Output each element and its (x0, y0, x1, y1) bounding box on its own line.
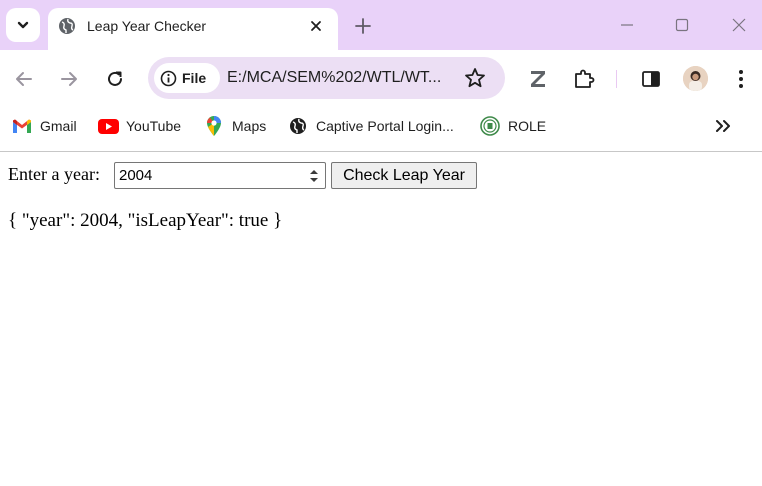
close-icon (732, 18, 746, 32)
reload-button[interactable] (103, 67, 127, 91)
youtube-icon (97, 117, 119, 135)
url-text[interactable]: E:/MCA/SEM%202/WTL/WT... (227, 68, 441, 88)
bookmark-label: Maps (232, 118, 267, 134)
result-output: { "year": 2004, "isLeapYear": true } (8, 210, 283, 231)
year-input-value: 2004 (119, 167, 153, 184)
bookmark-label: YouTube (126, 118, 182, 134)
browser-menu-button[interactable] (729, 67, 753, 91)
bookmark-maps[interactable]: Maps (203, 116, 266, 136)
site-info-label: File (182, 70, 207, 86)
globe-icon (59, 18, 75, 34)
bookmark-label: ROLE (508, 118, 547, 134)
globe-icon (287, 117, 309, 135)
tab-close-button[interactable] (306, 16, 326, 36)
close-icon (311, 21, 321, 31)
forward-button[interactable] (57, 67, 81, 91)
back-button[interactable] (12, 67, 36, 91)
info-icon (160, 70, 177, 86)
tab-leap-year-checker[interactable]: Leap Year Checker (48, 8, 338, 50)
profile-avatar[interactable] (683, 66, 708, 91)
star-icon[interactable] (464, 67, 486, 89)
avatar-icon (683, 66, 708, 91)
new-tab-button[interactable] (352, 15, 374, 37)
bookmark-label: Gmail (40, 118, 77, 134)
arrow-right-icon (61, 72, 77, 86)
plus-icon (355, 18, 371, 34)
tab-title: Leap Year Checker (87, 18, 207, 34)
address-bar[interactable]: File E:/MCA/SEM%202/WTL/WT... (148, 57, 505, 99)
bookmark-captive-portal[interactable]: Captive Portal Login... (287, 116, 454, 136)
chevron-double-right-icon[interactable] (712, 116, 734, 136)
minimize-icon (621, 24, 633, 26)
year-label: Enter a year: (8, 164, 100, 184)
extensions-button[interactable] (572, 67, 596, 91)
year-input[interactable]: 2004 (114, 162, 326, 189)
bookmark-label: Captive Portal Login... (316, 118, 454, 134)
maximize-icon (675, 18, 689, 32)
maps-icon (203, 116, 225, 136)
arrow-left-icon (16, 72, 32, 86)
check-leap-year-button[interactable]: Check Leap Year (331, 162, 477, 189)
site-info-chip[interactable]: File (154, 63, 220, 93)
more-vert-icon (739, 70, 743, 88)
page-content: Enter a year: 2004 Check Leap Year { "ye… (0, 152, 762, 486)
bookmark-youtube[interactable]: YouTube (97, 116, 181, 136)
chevron-down-icon (17, 21, 29, 29)
minimize-button[interactable] (614, 12, 640, 38)
bookmark-gmail[interactable]: Gmail (11, 116, 77, 136)
number-spinner-icon[interactable] (307, 167, 321, 185)
window-close-button[interactable] (726, 12, 752, 38)
toolbar-divider (616, 70, 617, 88)
reload-icon (108, 71, 122, 86)
bookmark-role[interactable]: ROLE (479, 116, 546, 136)
side-panel-icon (642, 71, 660, 87)
gmail-icon (11, 117, 33, 135)
browser-toolbar: File E:/MCA/SEM%202/WTL/WT... (0, 50, 762, 107)
zotero-icon (531, 71, 545, 87)
bookmarks-bar: Gmail YouTube Maps Captive Portal Login.… (0, 107, 762, 144)
side-panel-button[interactable] (639, 67, 663, 91)
maximize-button[interactable] (669, 12, 695, 38)
puzzle-icon (575, 69, 595, 88)
tab-strip: Leap Year Checker (0, 0, 762, 50)
tab-search-button[interactable] (6, 8, 40, 42)
zotero-extension-button[interactable] (526, 67, 550, 91)
role-icon (479, 116, 501, 136)
